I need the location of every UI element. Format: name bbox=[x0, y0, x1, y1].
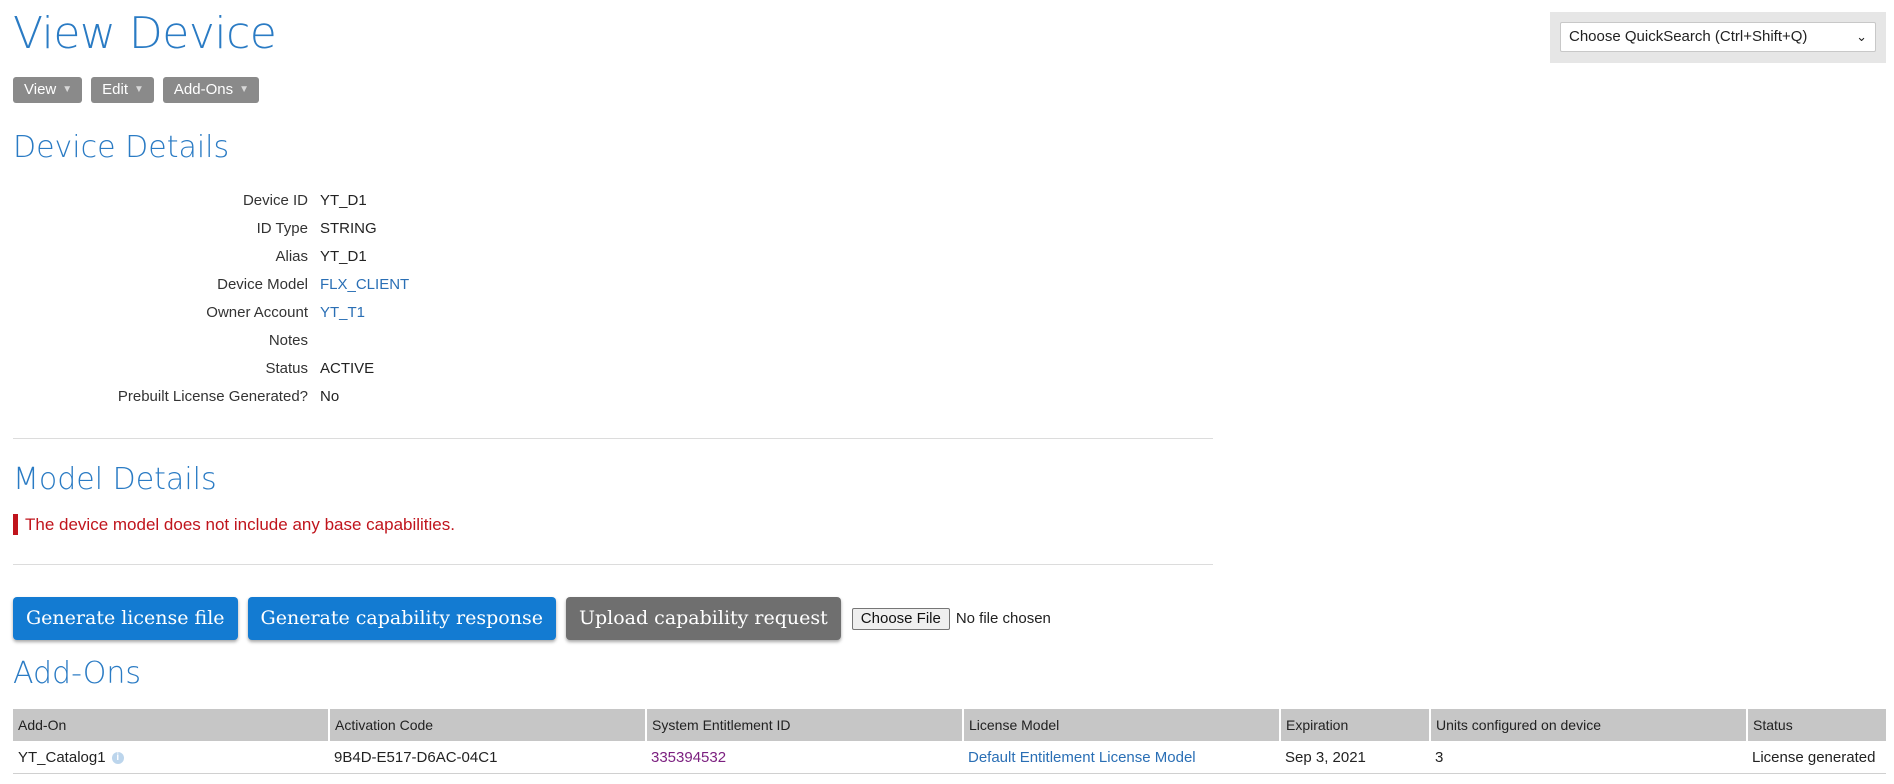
action-menu-bar: View ▼ Edit ▼ Add-Ons ▼ bbox=[13, 77, 260, 103]
column-header-status[interactable]: Status bbox=[1747, 709, 1886, 741]
status-cell: License generated bbox=[1747, 741, 1886, 774]
addons-table: Add-On Activation Code System Entitlemen… bbox=[13, 709, 1886, 774]
device-model-link[interactable]: FLX_CLIENT bbox=[320, 276, 409, 293]
license-model-link[interactable]: Default Entitlement License Model bbox=[963, 741, 1280, 774]
section-divider bbox=[13, 564, 1213, 565]
detail-label: Device Model bbox=[217, 275, 308, 293]
detail-label: Alias bbox=[275, 247, 308, 265]
detail-row-device-id: Device ID YT_D1 bbox=[13, 186, 613, 214]
detail-row-owner-account: Owner Account YT_T1 bbox=[13, 298, 613, 326]
choose-file-button[interactable]: Choose File bbox=[851, 607, 950, 630]
id-type-value: STRING bbox=[320, 219, 377, 237]
view-device-page: View Device Choose QuickSearch (Ctrl+Shi… bbox=[0, 0, 1894, 784]
generate-capability-response-button[interactable]: Generate capability response bbox=[247, 597, 556, 640]
addons-heading: Add-Ons bbox=[13, 656, 141, 691]
file-chooser: Choose File No file chosen bbox=[851, 607, 1051, 630]
view-menu-button[interactable]: View ▼ bbox=[13, 77, 83, 103]
detail-label: Prebuilt License Generated? bbox=[117, 387, 308, 405]
units-cell: 3 bbox=[1430, 741, 1747, 774]
section-divider bbox=[13, 438, 1213, 439]
caret-down-icon: ▼ bbox=[134, 84, 144, 95]
table-header-row: Add-On Activation Code System Entitlemen… bbox=[13, 709, 1886, 741]
entitlement-id-link[interactable]: 335394532 bbox=[646, 741, 963, 774]
prebuilt-license-value: No bbox=[320, 387, 340, 405]
expiration-cell: Sep 3, 2021 bbox=[1280, 741, 1430, 774]
view-menu-label: View bbox=[24, 81, 57, 98]
addon-name: YT_Catalog1 bbox=[18, 748, 106, 766]
quicksearch-select[interactable]: Choose QuickSearch (Ctrl+Shift+Q) ⌄ bbox=[1560, 22, 1876, 52]
detail-label: Device ID bbox=[242, 191, 308, 209]
model-capabilities-notice: The device model does not include any ba… bbox=[13, 514, 455, 535]
detail-row-prebuilt-license: Prebuilt License Generated? No bbox=[13, 382, 613, 410]
quicksearch-panel: Choose QuickSearch (Ctrl+Shift+Q) ⌄ bbox=[1550, 12, 1886, 63]
detail-row-status: Status ACTIVE bbox=[13, 354, 613, 382]
detail-row-id-type: ID Type STRING bbox=[13, 214, 613, 242]
column-header-activation-code[interactable]: Activation Code bbox=[329, 709, 647, 741]
alias-value: YT_D1 bbox=[320, 247, 367, 265]
edit-menu-button[interactable]: Edit ▼ bbox=[91, 77, 154, 103]
column-header-addon[interactable]: Add-On bbox=[13, 709, 330, 741]
detail-row-notes: Notes bbox=[13, 326, 613, 354]
chevron-down-icon: ⌄ bbox=[1856, 29, 1867, 44]
device-id-value: YT_D1 bbox=[320, 191, 367, 209]
no-file-chosen-label: No file chosen bbox=[955, 610, 1051, 627]
detail-label: Status bbox=[265, 359, 308, 377]
detail-row-device-model: Device Model FLX_CLIENT bbox=[13, 270, 613, 298]
addon-cell: YT_Catalog1 i bbox=[13, 741, 329, 774]
license-action-bar: Generate license file Generate capabilit… bbox=[13, 597, 1051, 640]
caret-down-icon: ▼ bbox=[239, 84, 250, 95]
detail-label: Notes bbox=[268, 331, 308, 349]
column-header-expiration[interactable]: Expiration bbox=[1280, 709, 1431, 741]
owner-account-link[interactable]: YT_T1 bbox=[320, 304, 365, 321]
activation-code-cell: 9B4D-E517-D6AC-04C1 bbox=[329, 741, 646, 774]
status-value: ACTIVE bbox=[320, 359, 375, 377]
device-details-list: Device ID YT_D1 ID Type STRING Alias YT_… bbox=[13, 186, 613, 410]
detail-row-alias: Alias YT_D1 bbox=[13, 242, 613, 270]
upload-capability-request-button[interactable]: Upload capability request bbox=[565, 597, 841, 640]
addons-menu-button[interactable]: Add-Ons ▼ bbox=[162, 77, 260, 103]
generate-license-file-button[interactable]: Generate license file bbox=[13, 597, 238, 640]
column-header-units[interactable]: Units configured on device bbox=[1430, 709, 1748, 741]
caret-down-icon: ▼ bbox=[62, 84, 73, 95]
addons-menu-label: Add-Ons bbox=[173, 81, 234, 98]
page-title: View Device bbox=[13, 8, 277, 59]
edit-menu-label: Edit bbox=[102, 81, 129, 98]
column-header-license-model[interactable]: License Model bbox=[963, 709, 1281, 741]
quicksearch-selected-label: Choose QuickSearch (Ctrl+Shift+Q) bbox=[1569, 28, 1808, 45]
device-details-heading: Device Details bbox=[13, 130, 230, 165]
column-header-entitlement-id[interactable]: System Entitlement ID bbox=[646, 709, 964, 741]
detail-label: ID Type bbox=[256, 219, 308, 237]
model-details-heading: Model Details bbox=[13, 462, 217, 497]
detail-label: Owner Account bbox=[206, 303, 308, 321]
info-icon[interactable]: i bbox=[111, 751, 124, 764]
table-row: YT_Catalog1 i 9B4D-E517-D6AC-04C1 335394… bbox=[13, 741, 1886, 774]
